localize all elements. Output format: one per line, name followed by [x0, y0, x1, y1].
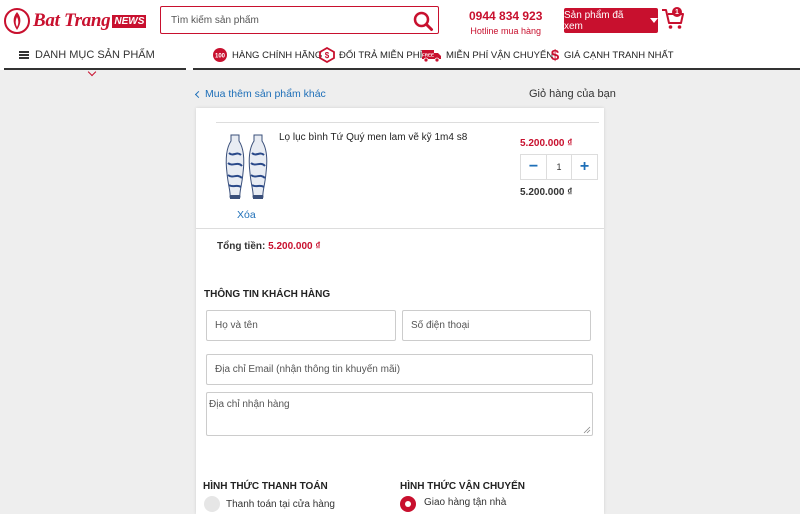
total-label: Tổng tiền: [217, 241, 266, 252]
feature-label: HÀNG CHÍNH HÃNG [232, 49, 323, 61]
chevron-left-icon [194, 90, 203, 98]
order-total: Tổng tiền: 5.200.000 ₫ [217, 241, 321, 252]
product-name[interactable]: Lọ lục bình Tứ Quý men lam vẽ kỹ 1m4 s8 [279, 132, 499, 143]
address-field[interactable] [206, 392, 593, 436]
free-shipping-truck-icon: FREE [422, 50, 441, 63]
search-icon[interactable] [412, 10, 434, 32]
hotline[interactable]: 0944 834 923 Hotline mua hàng [469, 9, 542, 36]
hotline-number[interactable]: 0944 834 923 [469, 9, 542, 23]
feature-bar: 100 HÀNG CHÍNH HÃNG $ ĐỔI TRẢ MIỄN PHÍ F… [193, 42, 800, 70]
line-total: 5.200.000 ₫ [520, 187, 573, 198]
feature-genuine[interactable]: 100 HÀNG CHÍNH HÃNG [211, 47, 322, 63]
search-input[interactable] [161, 7, 401, 33]
cart-count-badge: 1 [672, 7, 682, 17]
quantity-value[interactable]: 1 [546, 155, 572, 179]
payment-method-title: HÌNH THỨC THANH TOÁN [203, 481, 328, 492]
checkout-panel: Xóa Lọ lục bình Tứ Quý men lam vẽ kỹ 1m4… [196, 108, 604, 514]
feature-free-shipping[interactable]: FREE MIỄN PHÍ VẬN CHUYỂN [421, 47, 553, 63]
genuine-badge-icon: 100 [213, 48, 227, 62]
logo-text: Bat Trang [33, 10, 111, 31]
feature-best-price[interactable]: $ GIÁ CẠNH TRANH NHẤT [549, 47, 674, 63]
svg-text:FREE: FREE [422, 53, 434, 58]
search-box [160, 6, 439, 34]
divider [216, 122, 599, 123]
logo-flame-icon [4, 8, 30, 34]
main-nav: DANH MỤC SẢN PHẨM 100 HÀNG CHÍNH HÃNG $ … [0, 42, 800, 77]
category-menu-label: DANH MỤC SẢN PHẨM [35, 49, 155, 61]
decrease-quantity-button[interactable]: − [521, 155, 546, 179]
payment-radio-store[interactable] [204, 496, 220, 512]
quantity-stepper: − 1 + [520, 154, 598, 180]
viewed-products-label: Sản phẩm đã xem [564, 9, 624, 32]
continue-shopping-label: Mua thêm sản phẩm khác [205, 88, 326, 100]
increase-quantity-button[interactable]: + [572, 155, 597, 179]
svg-text:$: $ [551, 47, 560, 63]
product-image[interactable] [219, 133, 274, 201]
remove-item-link[interactable]: Xóa [237, 209, 256, 221]
hamburger-icon [19, 51, 29, 59]
shipping-option-label[interactable]: Giao hàng tận nhà [424, 497, 506, 508]
shipping-method-title: HÌNH THỨC VẬN CHUYỂN [400, 481, 525, 492]
cart-title: Giỏ hàng của bạn [529, 88, 616, 100]
product-price: 5.200.000 ₫ [520, 138, 573, 149]
divider [196, 228, 604, 229]
continue-shopping-link[interactable]: Mua thêm sản phẩm khác [194, 88, 326, 100]
shipping-radio-home[interactable] [400, 496, 416, 512]
customer-info-title: THÔNG TIN KHÁCH HÀNG [204, 289, 331, 300]
svg-text:$: $ [325, 51, 330, 60]
feature-label: MIỄN PHÍ VẬN CHUYỂN [446, 49, 554, 61]
logo-news-badge: NEWS [112, 14, 147, 28]
viewed-products-button[interactable]: Sản phẩm đã xem [564, 8, 658, 33]
payment-option-label[interactable]: Thanh toán tại cửa hàng [226, 499, 335, 510]
resize-grip-icon[interactable] [583, 426, 591, 434]
return-icon: $ [319, 47, 335, 63]
hotline-label: Hotline mua hàng [470, 26, 541, 36]
feature-label: GIÁ CẠNH TRANH NHẤT [564, 49, 674, 61]
svg-text:100: 100 [215, 54, 226, 60]
site-logo[interactable]: Bat Trang NEWS [4, 7, 147, 35]
caret-down-icon [650, 18, 658, 23]
full-name-field[interactable] [206, 310, 396, 341]
dollar-icon: $ [551, 47, 560, 63]
phone-field[interactable] [402, 310, 591, 341]
feature-label: ĐỔI TRẢ MIỄN PHÍ [339, 49, 423, 61]
feature-free-return[interactable]: $ ĐỔI TRẢ MIỄN PHÍ [318, 47, 422, 63]
category-menu-toggle[interactable]: DANH MỤC SẢN PHẨM [4, 42, 186, 70]
email-field[interactable] [206, 354, 593, 385]
site-header: Bat Trang NEWS 0944 834 923 Hotline mua … [0, 0, 800, 42]
total-value: 5.200.000 ₫ [268, 241, 321, 252]
